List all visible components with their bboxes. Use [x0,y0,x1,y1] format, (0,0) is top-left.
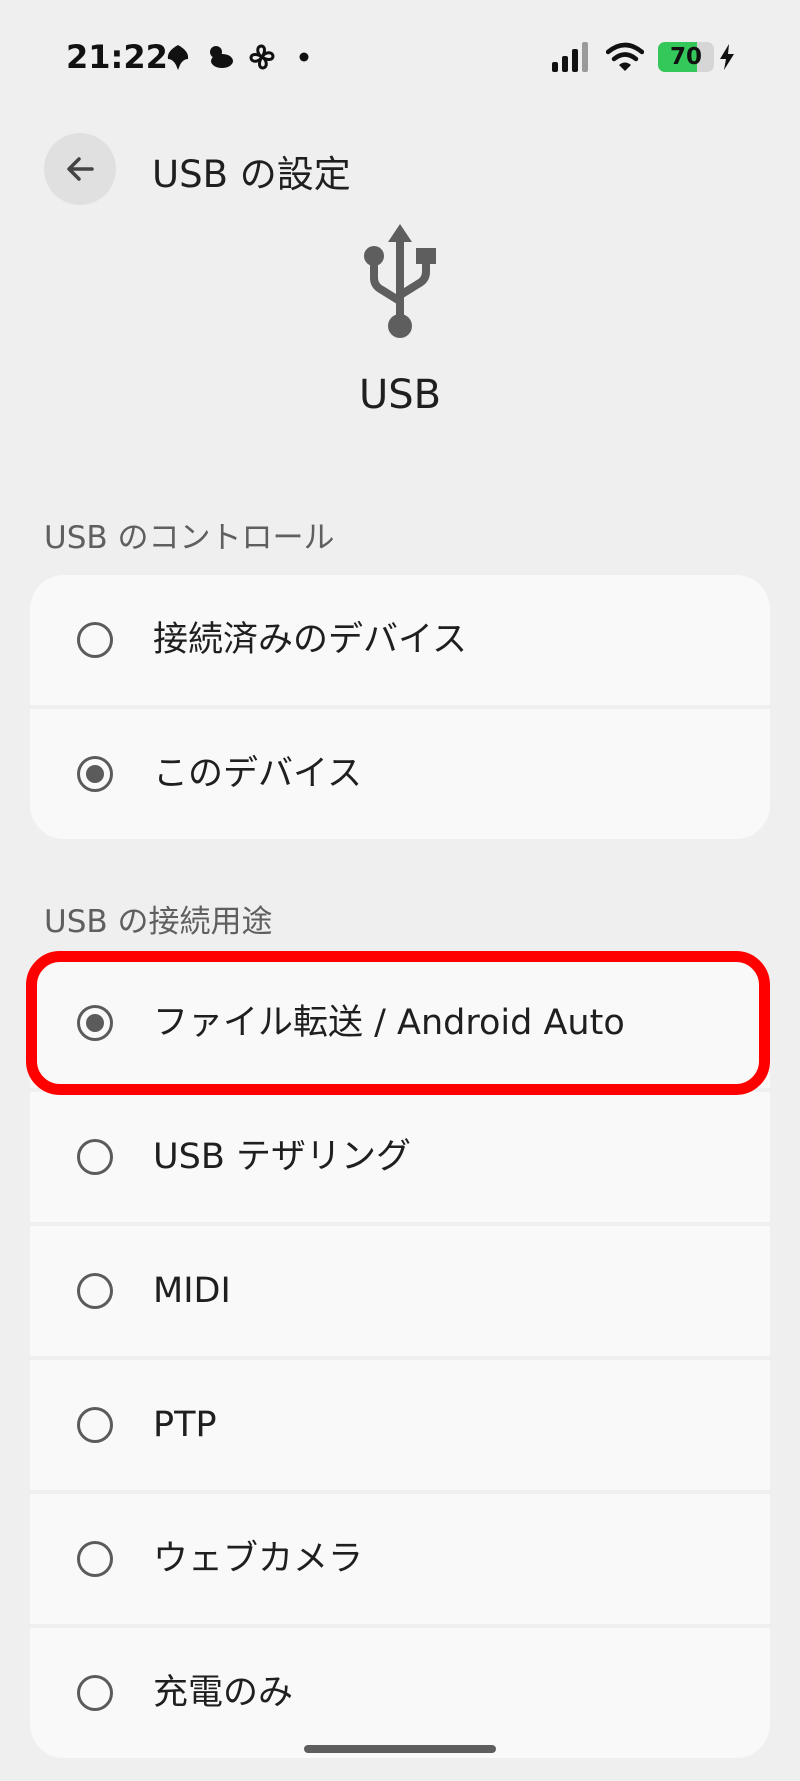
leaf-icon [167,45,189,70]
option-label: このデバイス [153,754,362,794]
status-bar: 21:22 70 [0,0,800,120]
usb-icon [364,224,436,338]
notification-icons [163,42,319,72]
battery-indicator: 70 [658,42,714,72]
option-file-transfer[interactable]: ファイル転送 / Android Auto [30,958,770,1088]
radio-ptp[interactable] [77,1407,113,1443]
option-label: PTP [153,1405,217,1445]
radio-midi[interactable] [77,1273,113,1309]
option-label: 接続済みのデバイス [153,620,467,660]
option-connected-device[interactable]: 接続済みのデバイス [30,575,770,705]
option-label: MIDI [153,1271,231,1311]
gesture-nav-handle[interactable] [304,1745,496,1753]
option-label: 充電のみ [153,1673,294,1713]
wifi-icon [606,42,644,71]
section-heading-usb-control: USB のコントロール [44,520,335,556]
section-heading-usb-usage: USB の接続用途 [44,904,273,940]
usb-settings-screen: 21:22 70 USB の設定 USB USB のコントロール 接続済みのデバ… [0,0,800,1781]
option-charge-only[interactable]: 充電のみ [30,1628,770,1758]
status-time: 21:22 [66,38,168,76]
option-ptp[interactable]: PTP [30,1360,770,1490]
radio-usb-tethering[interactable] [77,1139,113,1175]
radio-this-device[interactable] [77,756,113,792]
option-usb-tethering[interactable]: USB テザリング [30,1092,770,1222]
option-webcam[interactable]: ウェブカメラ [30,1494,770,1624]
usb-usage-group: ファイル転送 / Android Auto USB テザリング MIDI PTP… [30,958,770,1758]
cloud-sun-icon [210,46,233,68]
battery-level: 70 [669,44,702,70]
radio-webcam[interactable] [77,1541,113,1577]
option-midi[interactable]: MIDI [30,1226,770,1356]
dot-icon [299,52,309,62]
page-title: USB の設定 [152,153,351,196]
charging-bolt-icon [720,44,734,70]
fan-icon [249,44,275,70]
back-button[interactable] [44,133,116,205]
radio-connected-device[interactable] [77,622,113,658]
option-label: ウェブカメラ [153,1539,364,1579]
radio-charge-only[interactable] [77,1675,113,1711]
arrow-left-icon [67,157,94,181]
option-label: USB テザリング [153,1137,411,1177]
usb-hero-label: USB [358,372,442,418]
radio-file-transfer[interactable] [77,1005,113,1041]
signal-icon [552,42,588,72]
option-this-device[interactable]: このデバイス [30,709,770,839]
usb-control-group: 接続済みのデバイス このデバイス [30,575,770,839]
status-right: 70 [552,42,736,72]
option-label: ファイル転送 / Android Auto [153,1003,625,1043]
